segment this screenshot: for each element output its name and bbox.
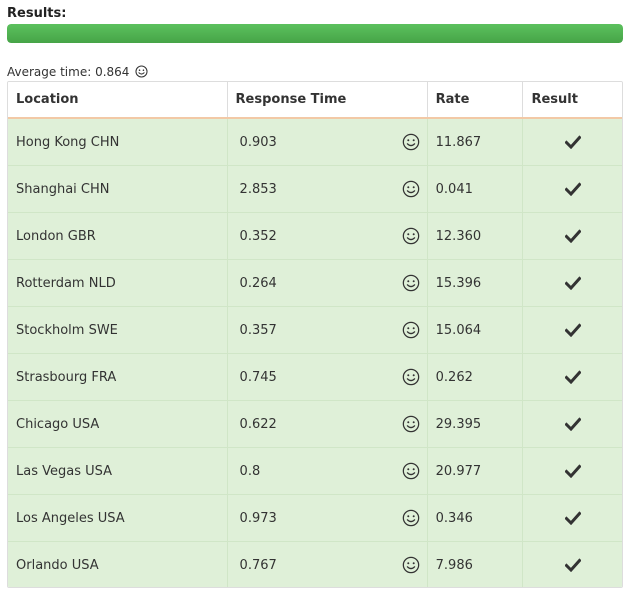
response-time-cell: 2.853 bbox=[227, 165, 428, 213]
result-cell bbox=[522, 117, 622, 166]
results-label: Results: bbox=[7, 6, 67, 21]
response-time-cell: 0.767 bbox=[227, 541, 428, 587]
table-header-row: Location Response Time Rate Result bbox=[8, 82, 622, 119]
location-cell: Los Angeles USA bbox=[8, 494, 228, 542]
rate-cell: 15.396 bbox=[427, 259, 524, 307]
table-row: Stockholm SWE 0.357 15.064 bbox=[8, 306, 622, 354]
column-header-rate[interactable]: Rate bbox=[427, 82, 524, 119]
table-row: Strasbourg FRA 0.745 0.262 bbox=[8, 353, 622, 401]
result-cell bbox=[522, 259, 622, 307]
rate-cell: 0.041 bbox=[427, 165, 524, 213]
table-row: Los Angeles USA 0.973 0.346 bbox=[8, 494, 622, 542]
response-time-cell: 0.903 bbox=[227, 117, 428, 166]
response-time-cell: 0.622 bbox=[227, 400, 428, 448]
results-table: Location Response Time Rate Result Hong … bbox=[7, 81, 623, 588]
response-time-value: 0.8 bbox=[239, 463, 261, 479]
smiley-icon bbox=[402, 321, 420, 339]
smiley-icon bbox=[402, 227, 420, 245]
check-icon bbox=[564, 229, 581, 244]
smiley-icon bbox=[402, 180, 420, 198]
location-cell: Hong Kong CHN bbox=[8, 117, 228, 166]
response-time-cell: 0.8 bbox=[227, 447, 428, 495]
location-cell: Las Vegas USA bbox=[8, 447, 228, 495]
table-row: Rotterdam NLD 0.264 15.396 bbox=[8, 259, 622, 307]
response-time-value: 0.903 bbox=[239, 134, 277, 150]
smiley-icon bbox=[402, 133, 420, 151]
check-icon bbox=[564, 135, 581, 150]
location-cell: Shanghai CHN bbox=[8, 165, 228, 213]
average-time-value: 0.864 bbox=[95, 65, 130, 79]
result-cell bbox=[522, 447, 622, 495]
rate-cell: 29.395 bbox=[427, 400, 524, 448]
check-icon bbox=[564, 511, 581, 526]
response-time-value: 2.853 bbox=[239, 181, 277, 197]
smiley-icon bbox=[135, 65, 148, 81]
result-cell bbox=[522, 306, 622, 354]
check-icon bbox=[564, 182, 581, 197]
check-icon bbox=[564, 464, 581, 479]
result-cell bbox=[522, 353, 622, 401]
location-cell: Rotterdam NLD bbox=[8, 259, 228, 307]
result-cell bbox=[522, 212, 622, 260]
progress-bar-fill bbox=[7, 24, 623, 43]
result-cell bbox=[522, 165, 622, 213]
response-time-cell: 0.973 bbox=[227, 494, 428, 542]
location-cell: Chicago USA bbox=[8, 400, 228, 448]
response-time-value: 0.622 bbox=[239, 416, 277, 432]
rate-cell: 0.346 bbox=[427, 494, 524, 542]
smiley-icon bbox=[402, 415, 420, 433]
location-cell: Strasbourg FRA bbox=[8, 353, 228, 401]
average-time-label: Average time: bbox=[7, 65, 92, 79]
smiley-icon bbox=[402, 556, 420, 574]
check-icon bbox=[564, 370, 581, 385]
rate-cell: 11.867 bbox=[427, 117, 524, 166]
average-time: Average time: 0.864 bbox=[7, 65, 148, 81]
progress-bar bbox=[7, 24, 623, 43]
column-header-response-time[interactable]: Response Time bbox=[227, 82, 428, 119]
result-cell bbox=[522, 541, 622, 587]
location-cell: London GBR bbox=[8, 212, 228, 260]
result-cell bbox=[522, 400, 622, 448]
table-row: Shanghai CHN 2.853 0.041 bbox=[8, 165, 622, 213]
smiley-icon bbox=[402, 274, 420, 292]
rate-cell: 0.262 bbox=[427, 353, 524, 401]
column-header-location[interactable]: Location bbox=[8, 82, 228, 119]
response-time-cell: 0.357 bbox=[227, 306, 428, 354]
smiley-icon bbox=[402, 368, 420, 386]
smiley-icon bbox=[402, 462, 420, 480]
rate-cell: 20.977 bbox=[427, 447, 524, 495]
response-time-value: 0.357 bbox=[239, 322, 277, 338]
response-time-value: 0.973 bbox=[239, 510, 277, 526]
smiley-icon bbox=[402, 509, 420, 527]
check-icon bbox=[564, 323, 581, 338]
check-icon bbox=[564, 558, 581, 573]
response-time-value: 0.767 bbox=[239, 557, 277, 573]
response-time-cell: 0.745 bbox=[227, 353, 428, 401]
location-cell: Orlando USA bbox=[8, 541, 228, 587]
table-row: Las Vegas USA 0.8 20.977 bbox=[8, 447, 622, 495]
location-cell: Stockholm SWE bbox=[8, 306, 228, 354]
response-time-value: 0.352 bbox=[239, 228, 277, 244]
table-row: Chicago USA 0.622 29.395 bbox=[8, 400, 622, 448]
check-icon bbox=[564, 417, 581, 432]
column-header-result[interactable]: Result bbox=[522, 82, 622, 119]
table-row: London GBR 0.352 12.360 bbox=[8, 212, 622, 260]
check-icon bbox=[564, 276, 581, 291]
rate-cell: 7.986 bbox=[427, 541, 524, 587]
table-row: Orlando USA 0.767 7.986 bbox=[8, 541, 622, 587]
table-row: Hong Kong CHN 0.903 11.867 bbox=[8, 117, 622, 166]
response-time-cell: 0.264 bbox=[227, 259, 428, 307]
response-time-value: 0.264 bbox=[239, 275, 277, 291]
rate-cell: 12.360 bbox=[427, 212, 524, 260]
response-time-cell: 0.352 bbox=[227, 212, 428, 260]
rate-cell: 15.064 bbox=[427, 306, 524, 354]
response-time-value: 0.745 bbox=[239, 369, 277, 385]
result-cell bbox=[522, 494, 622, 542]
